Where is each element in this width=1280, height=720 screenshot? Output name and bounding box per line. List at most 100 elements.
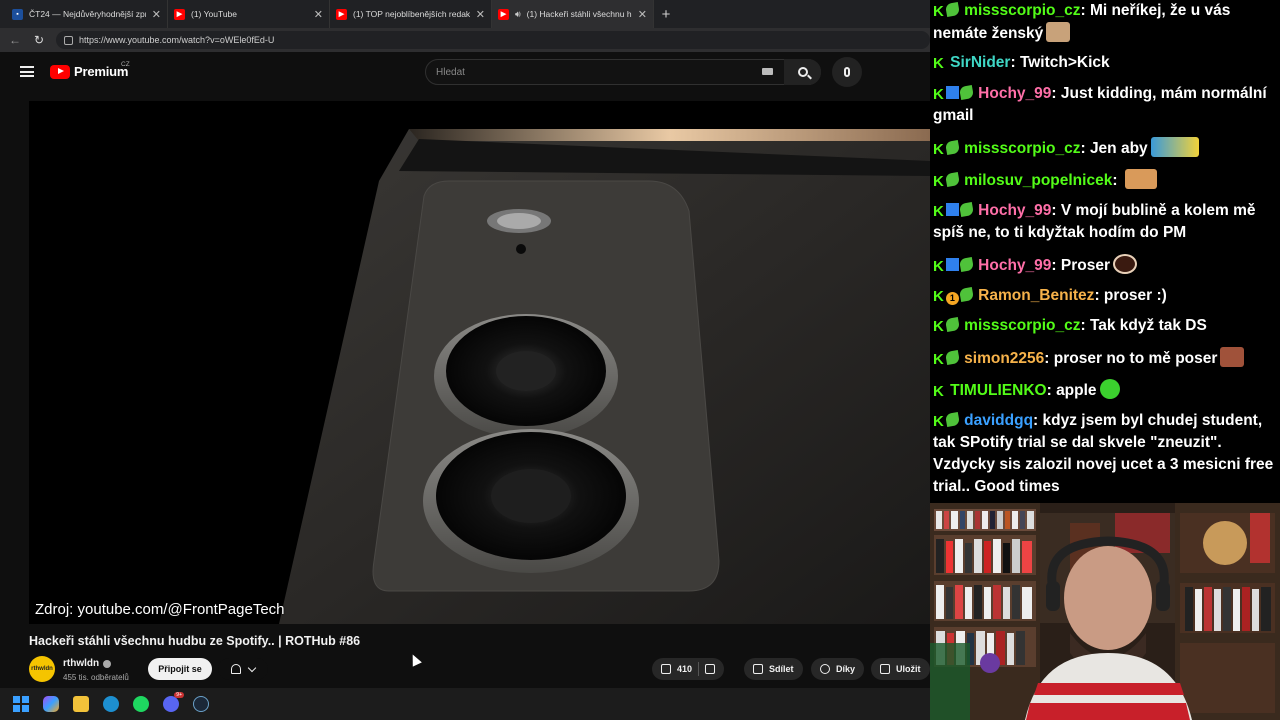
divider [698, 662, 700, 676]
ct24-favicon-icon: ▪ [12, 8, 23, 20]
chat-username[interactable]: missscorpio_cz [964, 2, 1080, 19]
cat-emote-icon [1124, 169, 1157, 189]
kick-badge-icon: K [933, 55, 944, 72]
browser-tab-top[interactable]: ▶ (1) TOP nejoblíbenějších redakčních ✕ [330, 0, 492, 28]
tab-title: ČT24 — Nejdůvěryhodnější zpravo [29, 9, 146, 19]
file-explorer-icon[interactable] [73, 696, 89, 712]
youtube-play-icon [50, 64, 70, 79]
leaf-badge-icon [944, 411, 960, 428]
close-icon[interactable]: ✕ [314, 8, 323, 21]
kick-badge-icon: K [933, 3, 944, 20]
url-field[interactable]: https://www.youtube.com/watch?v=oWEle0fE… [56, 31, 930, 49]
ring-emote-icon [1112, 254, 1137, 274]
chevron-down-icon [247, 663, 257, 672]
bookmark-icon [880, 664, 890, 674]
video-title: Hackeři stáhli všechnu hudbu ze Spotify.… [29, 634, 361, 648]
chat-message: K Hochy_99: Proser [933, 254, 1278, 277]
tab-title: (1) Hackeři stáhli všechnu hudb [526, 9, 632, 19]
keyboard-icon[interactable] [762, 68, 773, 75]
stream-chat: K missscorpio_cz: Mi neříkej, že u vás n… [930, 0, 1280, 503]
video-player[interactable]: Zdroj: youtube.com/@FrontPageTech [29, 101, 930, 624]
arrow-badge-icon [945, 86, 959, 99]
chat-username[interactable]: TIMULIENKO [950, 382, 1046, 399]
voice-search-button[interactable] [832, 57, 862, 87]
thumbs-down-icon[interactable] [705, 664, 716, 674]
apple-emote-icon [1099, 379, 1120, 399]
chat-message: K missscorpio_cz: Jen aby [933, 137, 1278, 160]
kick-badge-icon: K [933, 288, 944, 305]
browser-tab-active[interactable]: ▶ 🔊︎ (1) Hackeři stáhli všechnu hudb ✕ [492, 0, 654, 28]
chat-text: proser no to mě poser [1053, 350, 1218, 367]
discord-icon[interactable]: 9+ [163, 692, 184, 712]
save-button[interactable]: Uložit [871, 658, 930, 680]
kick-badge-icon: K [933, 86, 944, 103]
leaf-badge-icon [944, 349, 960, 366]
arrow-badge-icon [945, 258, 959, 271]
face-emote-icon [1046, 22, 1071, 42]
youtube-header: Premium CZ Hledat [0, 52, 930, 92]
chat-username[interactable]: daviddgq [964, 412, 1033, 429]
microphone-icon [844, 67, 850, 77]
chat-username[interactable]: missscorpio_cz [964, 140, 1080, 157]
tab-title: (1) TOP nejoblíbenějších redakčních [353, 9, 470, 19]
kick-badge-icon: K [933, 383, 944, 400]
chat-username[interactable]: Hochy_99 [978, 85, 1051, 102]
save-label: Uložit [896, 664, 921, 674]
arrow-badge-icon [945, 203, 959, 216]
edge-browser-icon[interactable] [103, 696, 119, 712]
youtube-favicon-icon: ▶ [498, 8, 509, 20]
chat-username[interactable]: milosuv_popelnicek [964, 172, 1112, 189]
browser-tab-youtube[interactable]: ▶ (1) YouTube ✕ [168, 0, 330, 28]
channel-avatar[interactable]: rthwldn [29, 656, 55, 682]
chat-message: K SirNider: Twitch>Kick [933, 54, 1110, 72]
site-info-icon[interactable] [64, 35, 73, 45]
channel-name[interactable]: rthwldn [63, 658, 112, 669]
minion-emote-icon [1150, 137, 1199, 157]
chat-message: K missscorpio_cz: Tak když tak DS [933, 316, 1207, 335]
close-icon[interactable]: ✕ [638, 8, 647, 21]
new-tab-button[interactable]: + [654, 6, 678, 23]
share-button[interactable]: Sdílet [744, 658, 803, 680]
webcam-feed [930, 503, 1280, 720]
chat-username[interactable]: simon2256 [964, 350, 1044, 367]
kick-badge-icon: K [933, 351, 944, 368]
url-text: https://www.youtube.com/watch?v=oWEle0fE… [79, 35, 275, 45]
chat-message: K simon2256: proser no to mě poser [933, 347, 1278, 370]
youtube-favicon-icon: ▶ [174, 8, 185, 20]
chat-username[interactable]: Hochy_99 [978, 257, 1051, 274]
search-button[interactable] [784, 59, 821, 85]
bell-icon [231, 664, 241, 674]
chat-message: K milosuv_popelnicek: [933, 169, 1278, 192]
kick-badge-icon: K [933, 258, 944, 275]
spotify-icon[interactable] [133, 696, 149, 712]
chat-text: Tak když tak DS [1089, 317, 1207, 334]
thanks-button[interactable]: Díky [811, 658, 865, 680]
copilot-icon[interactable] [43, 696, 59, 712]
verified-icon [103, 659, 112, 668]
kick-badge-icon: K [933, 318, 944, 335]
leaf-badge-icon [944, 1, 960, 18]
close-icon[interactable]: ✕ [476, 8, 485, 21]
thanks-icon [820, 664, 830, 674]
like-count[interactable]: 410 [677, 664, 692, 674]
chat-text: Jen aby [1089, 140, 1148, 157]
chat-username[interactable]: Ramon_Benitez [978, 287, 1094, 304]
youtube-logo[interactable]: Premium [50, 64, 128, 79]
reload-icon[interactable]: ↻ [32, 33, 46, 47]
windows-start-icon[interactable] [13, 696, 29, 712]
speaker-icon[interactable]: 🔊︎ [515, 9, 521, 20]
menu-icon[interactable] [20, 66, 34, 77]
chat-username[interactable]: Hochy_99 [978, 202, 1051, 219]
thumbs-up-icon[interactable] [661, 664, 671, 674]
chat-username[interactable]: missscorpio_cz [964, 317, 1080, 334]
chat-message: K Hochy_99: Just kidding, mám normální g… [933, 84, 1267, 124]
notification-button[interactable] [218, 658, 268, 680]
taskbar: 9+ [0, 688, 930, 720]
chat-username[interactable]: SirNider [950, 54, 1010, 71]
share-label: Sdílet [769, 664, 794, 674]
join-button[interactable]: Připojit se [148, 658, 212, 680]
close-icon[interactable]: ✕ [152, 8, 161, 21]
back-arrow-icon[interactable]: ← [8, 33, 22, 47]
steam-icon[interactable] [193, 696, 209, 712]
browser-tab-ct24[interactable]: ▪ ČT24 — Nejdůvěryhodnější zpravo ✕ [6, 0, 168, 28]
